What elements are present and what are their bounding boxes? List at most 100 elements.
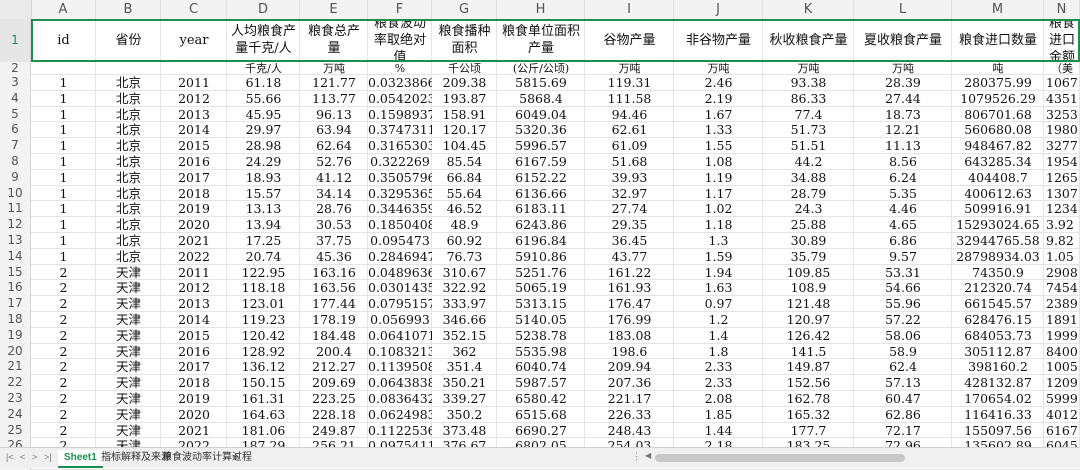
table-cell[interactable]: 2018 [161,375,227,391]
table-cell[interactable]: 1067 [1044,75,1080,91]
table-cell[interactable]: 5251.76 [497,265,585,281]
table-cell[interactable]: 1.94 [674,265,763,281]
column-header-i[interactable]: I [585,0,674,19]
row-number[interactable]: 1 [0,19,31,62]
table-cell[interactable]: 5910.86 [497,249,585,265]
table-cell[interactable]: 120.17 [432,122,497,138]
table-cell[interactable]: 北京 [96,201,161,217]
table-cell[interactable]: 北京 [96,233,161,249]
table-cell[interactable]: 121.77 [300,75,368,91]
table-cell[interactable]: 2 [31,280,96,296]
table-cell[interactable]: 2 [31,391,96,407]
table-cell[interactable]: 4351 [1044,91,1080,107]
table-cell[interactable]: 1.02 [674,201,763,217]
table-cell[interactable]: 天津 [96,344,161,360]
table-cell[interactable]: 0.0643838 [368,375,432,391]
table-cell[interactable]: 北京 [96,107,161,123]
table-cell[interactable]: 28.79 [763,186,854,202]
tab-volatility-calculation[interactable]: 粮食波动率计算过程 [156,450,258,466]
table-cell[interactable]: 1891 [1044,312,1080,328]
table-cell[interactable]: 55.64 [432,186,497,202]
table-cell[interactable]: 228.18 [300,407,368,423]
table-cell[interactable]: 2015 [161,138,227,154]
table-cell[interactable]: 天津 [96,265,161,281]
table-cell[interactable]: 天津 [96,328,161,344]
table-cell[interactable]: 天津 [96,407,161,423]
table-cell[interactable]: 2.33 [674,375,763,391]
header-cell[interactable]: 人均粮食产量千克/人 [227,19,300,61]
table-cell[interactable]: 2 [31,328,96,344]
table-cell[interactable]: 天津 [96,423,161,439]
table-cell[interactable]: 2.08 [674,391,763,407]
table-cell[interactable]: 25.88 [763,217,854,233]
table-cell[interactable]: 29.97 [227,122,300,138]
table-cell[interactable]: 121.48 [763,296,854,312]
row-number[interactable]: 12 [0,217,31,233]
table-cell[interactable]: 5140.05 [497,312,585,328]
table-cell[interactable]: 1.33 [674,122,763,138]
table-cell[interactable]: 1.05 [1044,249,1080,265]
table-cell[interactable]: 2 [31,265,96,281]
unit-cell[interactable] [161,62,227,75]
table-cell[interactable]: 15.57 [227,186,300,202]
table-cell[interactable]: 18.93 [227,170,300,186]
table-cell[interactable]: 2 [31,344,96,360]
table-cell[interactable]: 150.15 [227,375,300,391]
column-header-f[interactable]: F [368,0,432,19]
table-cell[interactable]: 2012 [161,91,227,107]
header-cell[interactable]: 粮食波动率取绝对值 [368,19,432,61]
table-cell[interactable]: 45.36 [300,249,368,265]
header-cell[interactable]: 非谷物产量 [674,19,763,61]
table-cell[interactable]: 398160.2 [952,359,1044,375]
table-cell[interactable]: 0.3295365 [368,186,432,202]
table-cell[interactable]: 1.67 [674,107,763,123]
table-cell[interactable]: 158.91 [432,107,497,123]
table-cell[interactable]: 61.09 [585,138,674,154]
table-cell[interactable]: 155097.56 [952,423,1044,439]
table-cell[interactable]: 1 [31,170,96,186]
table-cell[interactable]: 2 [31,407,96,423]
table-cell[interactable]: 165.32 [763,407,854,423]
row-number[interactable]: 16 [0,280,31,297]
table-cell[interactable]: 1 [31,138,96,154]
table-cell[interactable]: 223.25 [300,391,368,407]
table-cell[interactable]: 5815.69 [497,75,585,91]
table-cell[interactable]: 北京 [96,138,161,154]
table-cell[interactable]: 1.63 [674,280,763,296]
unit-cell[interactable]: 万吨 [763,62,854,75]
table-cell[interactable]: 249.87 [300,423,368,439]
table-cell[interactable]: 0.0323866 [368,75,432,91]
table-cell[interactable]: 200.4 [300,344,368,360]
table-cell[interactable]: 126.42 [763,328,854,344]
table-cell[interactable]: 天津 [96,296,161,312]
table-cell[interactable]: 2019 [161,201,227,217]
header-cell[interactable]: 谷物产量 [585,19,674,61]
table-cell[interactable]: 12.21 [854,122,952,138]
table-cell[interactable]: 0.1850408 [368,217,432,233]
column-header-h[interactable]: H [497,0,585,19]
table-cell[interactable]: 2.19 [674,91,763,107]
table-cell[interactable]: 8.56 [854,154,952,170]
row-number[interactable]: 15 [0,264,31,281]
table-cell[interactable]: 11.13 [854,138,952,154]
row-number[interactable]: 8 [0,154,31,170]
table-cell[interactable]: 2 [31,296,96,312]
table-cell[interactable]: 61.18 [227,75,300,91]
select-all-corner[interactable] [0,0,32,19]
table-cell[interactable]: 2 [31,423,96,439]
table-cell[interactable]: 29.35 [585,217,674,233]
table-cell[interactable]: 53.31 [854,265,952,281]
table-cell[interactable]: 141.5 [763,344,854,360]
table-cell[interactable]: 212320.74 [952,280,1044,296]
table-cell[interactable]: 7454 [1044,280,1080,296]
horizontal-scrollbar[interactable] [655,454,905,462]
table-cell[interactable]: 6152.22 [497,170,585,186]
table-cell[interactable]: 1.08 [674,154,763,170]
table-cell[interactable]: 57.13 [854,375,952,391]
table-cell[interactable]: 66.84 [432,170,497,186]
column-header-c[interactable]: C [161,0,227,19]
header-cell[interactable]: 粮食进口数量 [952,19,1044,61]
table-cell[interactable]: 339.27 [432,391,497,407]
table-cell[interactable]: 62.64 [300,138,368,154]
table-cell[interactable]: 161.93 [585,280,674,296]
